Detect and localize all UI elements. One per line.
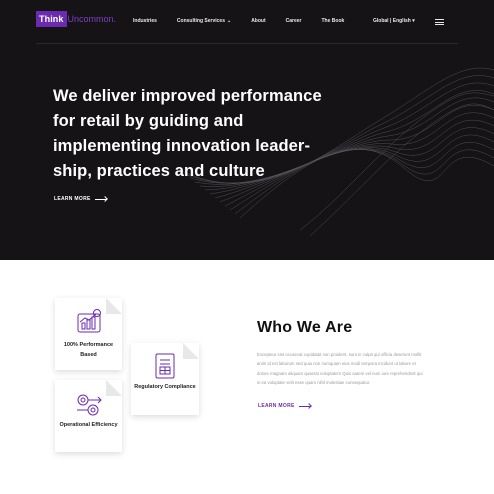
logo-uncommon: Uncommon.: [67, 14, 117, 24]
nav-item-label: Consulting Services: [176, 18, 225, 24]
hero-headline-line: for retail by guiding and: [53, 112, 244, 130]
main-nav: Industries Consulting Services ⌄ About Ca…: [133, 18, 364, 24]
body-text-line: anim id est laborum sed quia non numquam…: [257, 361, 416, 367]
card-label: Regulatory Compliance: [134, 384, 196, 390]
body-text-line: dolore magnam aliquam quaerat voluptatem…: [257, 370, 423, 376]
card-label: 100% Performance Based: [63, 342, 114, 358]
nav-item-the-book[interactable]: The Book: [322, 18, 345, 24]
hamburger-menu-icon[interactable]: [435, 19, 444, 27]
hero-section: Think Uncommon. Industries Consulting Se…: [0, 0, 494, 260]
language-label: Global | English: [373, 18, 411, 24]
section-title: Who We Are: [257, 319, 353, 336]
performance-chart-icon: [77, 309, 101, 333]
body-text-line: Excepteur sint occaecat cupidatat non pr…: [257, 352, 422, 357]
who-learn-more-link[interactable]: LEARN MORE: [258, 403, 311, 409]
feature-card-performance[interactable]: 100% Performance Based: [55, 298, 122, 370]
nav-item-consulting-services[interactable]: Consulting Services ⌄: [177, 18, 231, 24]
compliance-document-icon: [155, 353, 175, 379]
hero-headline-line: ship, practices and culture: [53, 162, 265, 180]
chevron-down-icon: ⌄: [226, 18, 232, 24]
logo-think: Think: [36, 11, 67, 27]
chevron-down-icon: ▾: [412, 18, 415, 24]
efficiency-gears-icon: [77, 394, 102, 416]
brand-logo[interactable]: Think Uncommon.: [36, 11, 116, 27]
nav-item-career[interactable]: Career: [286, 18, 302, 24]
learn-more-label: LEARN MORE: [54, 196, 91, 202]
feature-card-efficiency[interactable]: Operational Efficiency: [55, 380, 122, 452]
nav-item-industries[interactable]: Industries: [133, 18, 157, 24]
hero-headline-line: implementing innovation leader-: [53, 137, 311, 155]
language-selector[interactable]: Global | English ▾: [373, 18, 415, 24]
hero-headline: We deliver improved performance for reta…: [53, 84, 353, 184]
hero-headline-line: We deliver improved performance: [53, 87, 322, 105]
hero-learn-more-link[interactable]: LEARN MORE: [54, 196, 107, 202]
feature-card-compliance[interactable]: Regulatory Compliance: [131, 343, 199, 415]
learn-more-label: LEARN MORE: [258, 403, 295, 409]
arrow-right-icon: [94, 198, 107, 200]
arrow-right-icon: [298, 405, 311, 407]
nav-item-about[interactable]: About: [251, 18, 265, 24]
body-text-line: in ea voluptate velit esse quam nihil mo…: [257, 380, 371, 386]
section-body-text: Excepteur sint occaecat cupidatat non pr…: [257, 350, 467, 388]
card-label: Operational Efficiency: [59, 422, 118, 428]
header-divider: [36, 43, 458, 44]
